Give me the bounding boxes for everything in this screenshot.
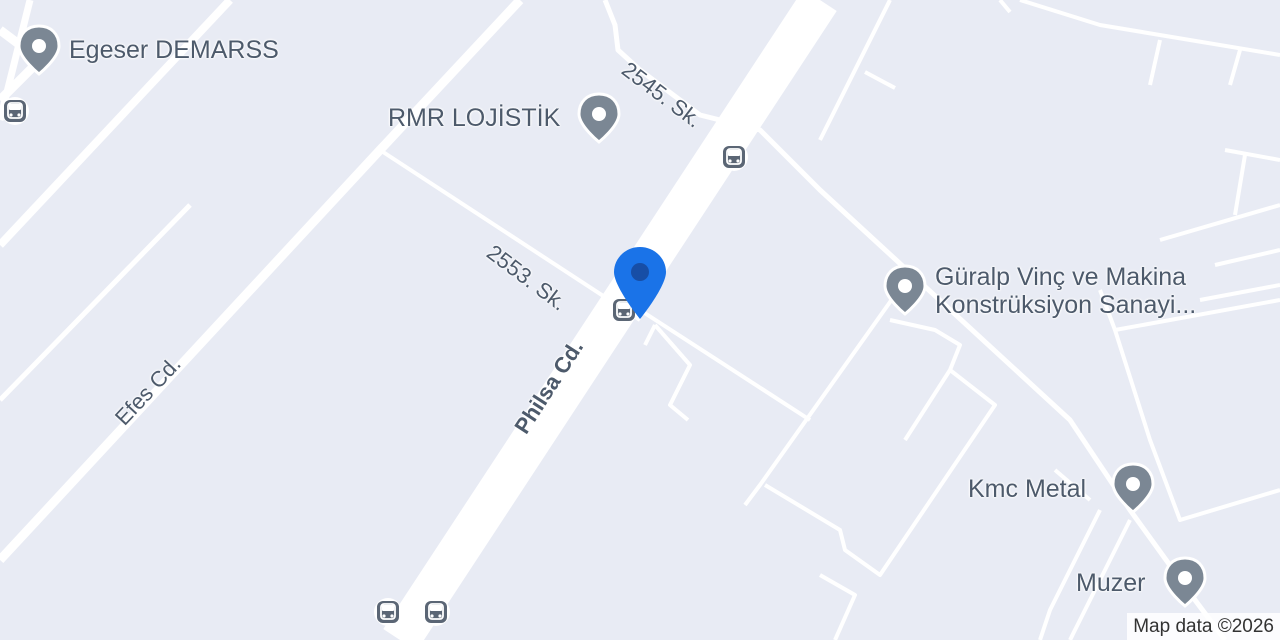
bus-stop-icon[interactable]	[373, 597, 403, 627]
poi-label-rmr[interactable]: RMR LOJİSTİK	[388, 104, 560, 132]
poi-label-guralp-line1[interactable]: Güralp Vinç ve Makina	[935, 263, 1186, 291]
poi-label-kmc[interactable]: Kmc Metal	[968, 475, 1086, 503]
bus-stop-icon[interactable]	[421, 597, 451, 627]
place-icon[interactable]	[881, 262, 929, 318]
place-icon[interactable]	[1109, 460, 1157, 516]
poi-label-muzer[interactable]: Muzer	[1076, 569, 1145, 597]
map-attribution[interactable]: Map data ©2026	[1127, 613, 1280, 640]
poi-label-egeser[interactable]: Egeser DEMARSS	[69, 36, 279, 64]
place-icon[interactable]	[15, 22, 63, 78]
bus-stop-icon[interactable]	[0, 96, 30, 126]
poi-label-guralp-line2[interactable]: Konstrüksiyon Sanayi...	[935, 291, 1196, 319]
place-icon[interactable]	[1161, 554, 1209, 610]
location-pin-icon[interactable]	[612, 245, 668, 321]
place-icon[interactable]	[575, 90, 623, 146]
bus-stop-icon[interactable]	[719, 142, 749, 172]
